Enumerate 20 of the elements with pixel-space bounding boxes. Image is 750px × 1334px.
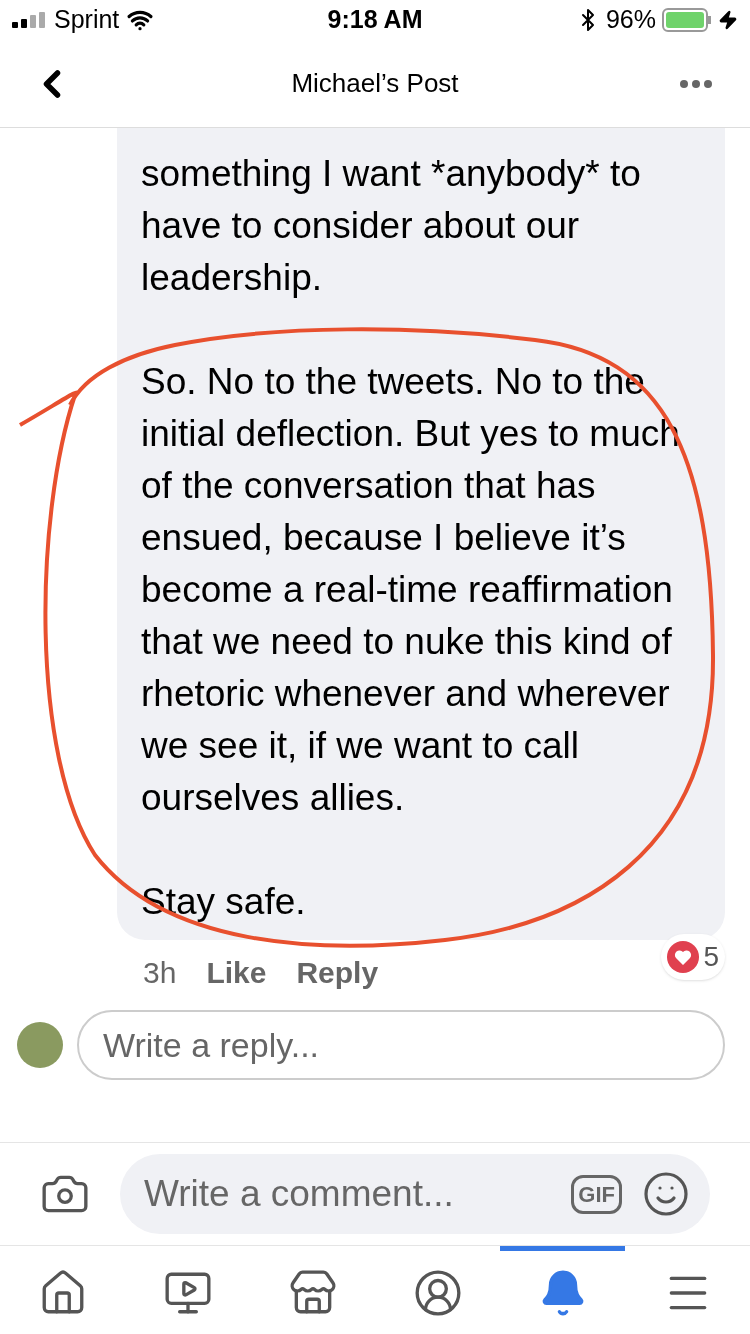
like-link[interactable]: Like [206,949,267,995]
avatar [17,1022,63,1068]
more-icon [680,79,712,88]
comment-time: 3h [143,954,177,991]
battery-icon [662,8,712,32]
battery-percentage: 96% [605,4,656,36]
comment-paragraph: Stay safe. [141,880,307,924]
gif-button[interactable]: GIF [571,1174,622,1214]
comment-placeholder: Write a comment... [144,1172,455,1217]
reaction-count: 5 [703,940,719,974]
reply-link[interactable]: Reply [296,949,379,995]
comment-input-field[interactable]: Write a comment... GIF [120,1154,710,1234]
carrier-name: Sprint [54,4,120,36]
charging-icon [718,10,738,30]
reply-input-field[interactable]: Write a reply... [77,1010,725,1080]
clock-time: 9:18 AM [327,4,423,36]
emoji-icon[interactable] [642,1170,690,1218]
signal-icon [12,12,46,28]
comment-paragraph: something I want *anybody* to have to consider about our leadership. [141,152,642,300]
post-title: Michael’s Post [291,67,459,100]
